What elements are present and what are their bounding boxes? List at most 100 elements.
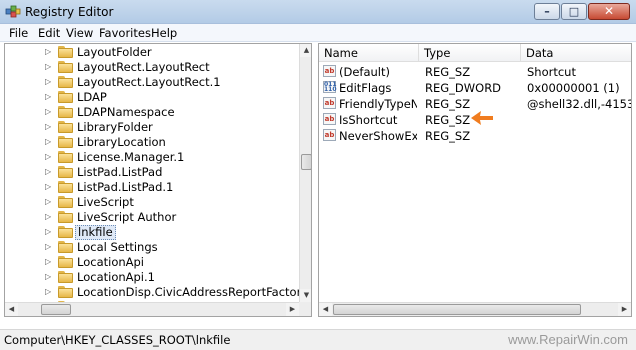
tree-horizontal-scrollbar[interactable]: ◀ ▶ bbox=[5, 302, 299, 316]
value-data: Shortcut bbox=[527, 65, 576, 79]
tree-vscroll-thumb[interactable] bbox=[301, 154, 311, 170]
value-name: EditFlags bbox=[339, 81, 392, 95]
expand-arrow-icon[interactable]: ▷ bbox=[45, 62, 51, 71]
scroll-down-icon[interactable]: ▼ bbox=[300, 289, 311, 302]
tree-item-label: Local Settings bbox=[77, 240, 158, 254]
string-value-icon: ab bbox=[323, 97, 336, 109]
tree-item[interactable]: ▷ LibraryFolder bbox=[5, 120, 299, 135]
tree-item[interactable]: ▷ LocationApi bbox=[5, 255, 299, 270]
expand-arrow-icon[interactable]: ▷ bbox=[45, 257, 51, 266]
expand-arrow-icon[interactable]: ▷ bbox=[45, 212, 51, 221]
value-name: (Default) bbox=[339, 65, 390, 79]
tree-item[interactable]: ▷ LayoutFolder bbox=[5, 45, 299, 60]
menu-help[interactable]: Help bbox=[150, 26, 178, 40]
scroll-up-icon[interactable]: ▲ bbox=[300, 44, 311, 57]
value-name: NeverShowExt bbox=[339, 129, 417, 143]
values-list[interactable]: Name Type Data ab (Default) REG_SZ Shortcut… bbox=[318, 43, 632, 317]
tree-item-label: LocationApi.1 bbox=[77, 270, 155, 284]
tree-item[interactable]: ▷ lnkfile bbox=[5, 225, 299, 240]
value-row[interactable]: ab NeverShowExt REG_SZ bbox=[319, 128, 631, 144]
expand-arrow-icon[interactable]: ▷ bbox=[45, 107, 51, 116]
list-hscroll-thumb[interactable] bbox=[333, 304, 581, 315]
tree-item-label: License.Manager.1 bbox=[77, 150, 185, 164]
folder-icon bbox=[58, 256, 74, 268]
menu-favorites[interactable]: Favorites bbox=[98, 26, 152, 40]
folder-icon bbox=[58, 196, 74, 208]
value-data: 0x00000001 (1) bbox=[527, 81, 620, 95]
maximize-icon: □ bbox=[568, 5, 580, 18]
value-row[interactable]: 011 110 EditFlags REG_DWORD 0x00000001 (1) bbox=[319, 80, 631, 96]
close-icon: ✕ bbox=[603, 4, 615, 18]
expand-arrow-icon[interactable]: ▷ bbox=[45, 47, 51, 56]
tree-item-label: LayoutRect.LayoutRect bbox=[77, 60, 210, 74]
close-button[interactable]: ✕ bbox=[588, 3, 630, 20]
list-horizontal-scrollbar[interactable]: ◀ ▶ bbox=[319, 302, 631, 316]
folder-icon bbox=[58, 121, 74, 133]
expand-arrow-icon[interactable]: ▷ bbox=[45, 137, 51, 146]
tree-item[interactable]: ▷ LocationDisp.CivicAddressReportFactory bbox=[5, 285, 308, 300]
menu-edit[interactable]: Edit bbox=[37, 26, 61, 40]
orange-arrow-icon bbox=[471, 111, 493, 125]
string-value-icon: ab bbox=[323, 113, 336, 125]
expand-arrow-icon[interactable]: ▷ bbox=[45, 197, 51, 206]
value-type: REG_SZ bbox=[425, 65, 471, 79]
minimize-button[interactable]: – bbox=[534, 3, 560, 20]
expand-arrow-icon[interactable]: ▷ bbox=[45, 92, 51, 101]
tree-item-label: LayoutFolder bbox=[77, 45, 152, 59]
expand-arrow-icon[interactable]: ▷ bbox=[45, 152, 51, 161]
expand-arrow-icon[interactable]: ▷ bbox=[45, 167, 51, 176]
tree-item[interactable]: ▷ LiveScript Author bbox=[5, 210, 299, 225]
scroll-left-icon[interactable]: ◀ bbox=[5, 303, 18, 316]
tree-item[interactable]: ▷ LibraryLocation bbox=[5, 135, 299, 150]
expand-arrow-icon[interactable]: ▷ bbox=[45, 287, 51, 296]
folder-icon bbox=[58, 76, 74, 88]
expand-arrow-icon[interactable]: ▷ bbox=[45, 77, 51, 86]
tree-item[interactable]: ▷ ListPad.ListPad bbox=[5, 165, 299, 180]
expand-arrow-icon[interactable]: ▷ bbox=[45, 182, 51, 191]
tree-item[interactable]: ▷ LDAP bbox=[5, 90, 299, 105]
window-controls: – □ ✕ bbox=[533, 3, 630, 20]
tree-vertical-scrollbar[interactable]: ▲ ▼ bbox=[299, 44, 311, 302]
tree-item[interactable]: ▷ Local Settings bbox=[5, 240, 299, 255]
expand-arrow-icon[interactable]: ▷ bbox=[45, 272, 51, 281]
value-name: FriendlyTypeNa... bbox=[339, 97, 417, 111]
tree-item[interactable]: ▷ LocationApi.1 bbox=[5, 270, 299, 285]
tree-item[interactable]: ▷ LDAPNamespace bbox=[5, 105, 299, 120]
folder-icon bbox=[58, 61, 74, 73]
folder-icon bbox=[58, 241, 74, 253]
tree-item-label: LDAPNamespace bbox=[77, 105, 175, 119]
tree-item-label: LocationApi bbox=[77, 255, 145, 269]
scroll-right-icon[interactable]: ▶ bbox=[618, 303, 631, 316]
scroll-right-icon[interactable]: ▶ bbox=[286, 303, 299, 316]
minimize-icon: – bbox=[544, 5, 550, 18]
folder-icon bbox=[58, 91, 74, 103]
tree-item[interactable]: ▷ License.Manager.1 bbox=[5, 150, 299, 165]
menu-view[interactable]: View bbox=[65, 26, 94, 40]
scroll-corner bbox=[299, 302, 311, 316]
expand-arrow-icon[interactable]: ▷ bbox=[45, 242, 51, 251]
value-type: REG_SZ bbox=[425, 129, 471, 143]
tree-item-label: LocationDisp.CivicAddressReportFactory bbox=[77, 285, 309, 299]
tree-item[interactable]: ▷ ListPad.ListPad.1 bbox=[5, 180, 299, 195]
maximize-button[interactable]: □ bbox=[561, 3, 587, 20]
tree-item-label: LDAP bbox=[77, 90, 107, 104]
folder-icon bbox=[58, 166, 74, 178]
tree-item[interactable]: ▷ LiveScript bbox=[5, 195, 299, 210]
tree-hscroll-thumb[interactable] bbox=[41, 304, 71, 315]
column-header-name[interactable]: Name bbox=[319, 44, 419, 62]
tree-item[interactable]: ▷ LayoutRect.LayoutRect.1 bbox=[5, 75, 299, 90]
column-header-type[interactable]: Type bbox=[419, 44, 521, 62]
folder-icon bbox=[58, 151, 74, 163]
value-row[interactable]: ab (Default) REG_SZ Shortcut bbox=[319, 64, 631, 80]
column-header-data[interactable]: Data bbox=[521, 44, 631, 62]
folder-icon bbox=[58, 271, 74, 283]
menu-file[interactable]: File bbox=[8, 26, 29, 40]
scroll-left-icon[interactable]: ◀ bbox=[319, 303, 332, 316]
tree-item[interactable]: ▷ LayoutRect.LayoutRect bbox=[5, 60, 299, 75]
registry-tree[interactable]: ▷ LayoutFolder ▷ LayoutRect.LayoutRect ▷ Layo… bbox=[4, 43, 312, 317]
tree-item-label: ListPad.ListPad.1 bbox=[77, 180, 174, 194]
tree-item-label: lnkfile bbox=[75, 225, 116, 240]
expand-arrow-icon[interactable]: ▷ bbox=[45, 227, 51, 236]
expand-arrow-icon[interactable]: ▷ bbox=[45, 122, 51, 131]
value-type: REG_SZ bbox=[425, 97, 471, 111]
